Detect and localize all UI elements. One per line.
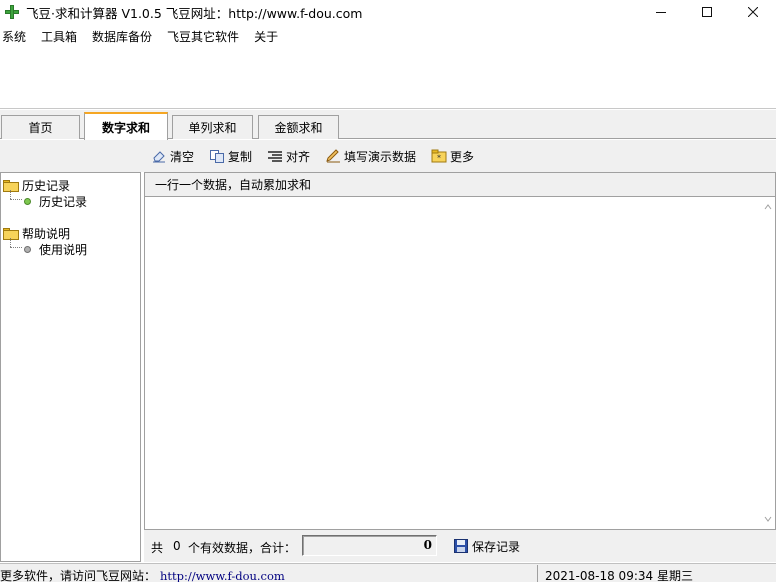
summary-prefix: 共 [151, 541, 164, 555]
maximize-icon [702, 7, 712, 17]
folder-icon [3, 179, 19, 192]
tree-folder-help[interactable]: 帮助说明 [3, 225, 70, 242]
main-header: 一行一个数据，自动累加求和 [145, 173, 775, 197]
tree-connector [10, 247, 22, 248]
app-plus-icon [4, 4, 20, 20]
status-separator [537, 565, 538, 582]
valid-count: 0 [173, 539, 181, 553]
save-disk-icon [454, 539, 468, 553]
minimize-icon [656, 12, 666, 13]
tab-amount-sum[interactable]: 金额求和 [258, 115, 339, 139]
clear-label: 清空 [170, 149, 195, 164]
tree-item-usage-label: 使用说明 [39, 243, 88, 257]
main-panel: 一行一个数据，自动累加求和 [144, 172, 776, 530]
copy-icon [210, 150, 224, 163]
status-datetime: 2021-08-18 09:34 星期三 [545, 569, 693, 582]
gray-dot-icon [24, 246, 31, 253]
close-button[interactable] [730, 0, 776, 24]
menu-about[interactable]: 关于 [252, 28, 285, 45]
tree-folder-history-label: 历史记录 [22, 179, 71, 193]
menu-toolbox[interactable]: 工具箱 [39, 28, 84, 45]
fill-demo-label: 填写演示数据 [344, 149, 417, 164]
minimize-button[interactable] [638, 0, 684, 24]
svg-text:*: * [437, 154, 441, 163]
summary-suffix: 个有效数据，合计： [188, 541, 297, 555]
close-icon [748, 7, 758, 17]
tab-column-sum[interactable]: 单列求和 [172, 115, 253, 139]
copy-label: 复制 [228, 149, 253, 164]
align-button[interactable]: 对齐 [267, 147, 310, 165]
action-toolbar: 清空 复制 对齐 填写演示数据 * 更多 [0, 140, 776, 172]
tree-folder-help-label: 帮助说明 [22, 227, 71, 241]
tab-home-label: 首页 [28, 121, 53, 135]
menu-bar: 系统 工具箱 数据库备份 飞豆其它软件 关于 [0, 26, 291, 46]
tree-item-history[interactable]: 历史记录 [24, 193, 87, 210]
more-button[interactable]: * 更多 [431, 147, 474, 165]
align-label: 对齐 [286, 149, 311, 164]
clear-button[interactable]: 清空 [151, 147, 194, 165]
fill-demo-button[interactable]: 填写演示数据 [325, 147, 416, 165]
tree-connector [10, 199, 22, 200]
window-title: 飞豆·求和计算器 V1.0.5 飞豆网址：http://www.f-dou.co… [26, 5, 363, 21]
website-link[interactable]: http://www.f-dou.com [160, 569, 285, 582]
align-icon [268, 151, 282, 162]
copy-button[interactable]: 复制 [209, 147, 252, 165]
menu-db-backup[interactable]: 数据库备份 [90, 28, 159, 45]
more-folder-icon: * [431, 149, 447, 163]
green-dot-icon [24, 198, 31, 205]
save-record-label: 保存记录 [472, 539, 521, 554]
tab-number-sum[interactable]: 数字求和 [84, 112, 168, 140]
more-label: 更多 [450, 149, 475, 164]
total-field: 0 [302, 535, 437, 556]
status-promo-text: 更多软件，请访问飞豆网站： [0, 569, 157, 582]
summary-bar: 共 0 个有效数据，合计： 0 保存记录 [144, 530, 776, 562]
tree-folder-history[interactable]: 历史记录 [3, 177, 70, 194]
tab-strip: 首页 数字求和 单列求和 金额求和 [0, 110, 776, 140]
tree-item-history-label: 历史记录 [39, 195, 88, 209]
pencil-icon [326, 149, 340, 163]
scroll-up-icon[interactable] [764, 203, 772, 211]
menu-other-software[interactable]: 飞豆其它软件 [165, 28, 246, 45]
folder-icon [3, 227, 19, 240]
save-record-button[interactable]: 保存记录 [454, 537, 520, 555]
tab-home[interactable]: 首页 [1, 115, 80, 139]
tab-number-sum-label: 数字求和 [101, 120, 150, 135]
data-input-area[interactable] [145, 198, 761, 529]
eraser-icon [153, 151, 165, 163]
tree-item-usage[interactable]: 使用说明 [24, 241, 87, 258]
tree-panel: 历史记录 历史记录 帮助说明 使用说明 [0, 172, 141, 562]
title-bar: 飞豆·求和计算器 V1.0.5 飞豆网址：http://www.f-dou.co… [0, 0, 776, 24]
tree-connector [10, 238, 11, 247]
blank-header-area [0, 46, 776, 109]
maximize-button[interactable] [684, 0, 730, 24]
tree-connector [10, 190, 11, 199]
vertical-scrollbar[interactable] [761, 197, 775, 529]
status-bar: 更多软件，请访问飞豆网站： http://www.f-dou.com 2021-0… [0, 563, 776, 582]
scroll-down-icon[interactable] [764, 515, 772, 523]
menu-system[interactable]: 系统 [0, 28, 33, 45]
tab-column-sum-label: 单列求和 [188, 121, 237, 135]
tab-amount-sum-label: 金额求和 [274, 121, 323, 135]
